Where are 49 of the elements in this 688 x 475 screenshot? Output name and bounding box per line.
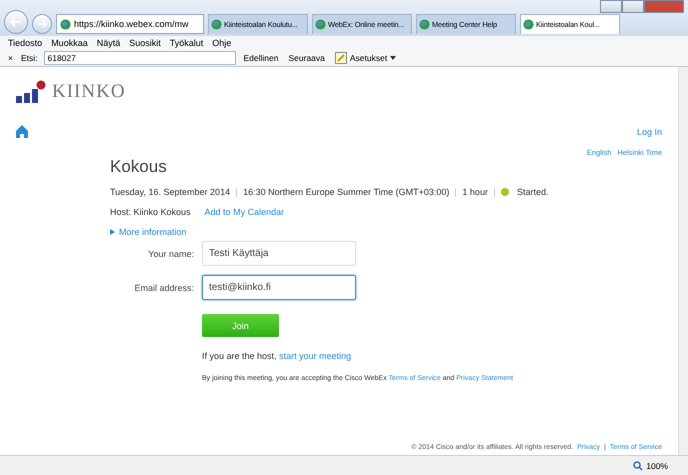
home-icon[interactable] [16,125,28,138]
input-field[interactable]: testi@kiinko.fi [202,275,356,300]
find-label: Etsi: [20,53,38,63]
meeting-detail: 16:30 Northern Europe Summer Time (GMT+03:00) [243,187,450,197]
scroll-bar[interactable] [678,67,688,455]
zoom-icon [633,460,644,470]
next-button[interactable]: Seuraava [286,53,327,63]
caret-icon [390,56,396,60]
url-text: https://kiinko.webex.com/mw [74,19,189,29]
back-button[interactable] [4,10,28,34]
globe-icon [523,19,534,30]
forward-arrow-icon [37,20,47,28]
address-bar[interactable]: https://kiinko.webex.com/mw [56,14,204,34]
globe-icon [60,18,71,30]
field-label: Your name: [147,248,194,258]
menu-item[interactable]: Näytä [96,38,120,48]
find-field[interactable]: 618027 [44,51,236,65]
back-arrow-icon [10,17,22,27]
field-label: Email address: [133,282,194,292]
start-meeting-link[interactable]: start your meeting [279,351,352,361]
host-sentence: If you are the host, start your meeting [202,351,352,361]
host-text: Host: Kiinko Kokous [110,207,191,217]
meeting-detail: 1 hour [462,187,488,197]
minimize-button[interactable] [600,0,622,13]
login-link[interactable]: Log In [636,126,662,136]
logo-bars-icon [16,80,46,104]
globe-icon [419,19,430,30]
previous-button[interactable]: Edellinen [242,53,280,63]
menu-item[interactable]: Muokkaa [51,38,88,48]
globe-icon [211,19,222,30]
close-find-button[interactable]: × [6,53,15,63]
menu-item[interactable]: Työkalut [170,38,204,48]
globe-icon [315,19,326,30]
menu-item[interactable]: Ohje [212,38,232,48]
meeting-title: Kokous [110,157,168,177]
forward-button[interactable] [32,14,52,34]
calendar-link[interactable]: Add to My Calendar [204,207,284,217]
menu-item[interactable]: Tiedosto [8,38,42,48]
options-button[interactable]: Asetukset [332,52,398,64]
status-text: Started. [516,187,548,197]
input-field[interactable]: Testi Käyttäja [202,241,356,266]
meeting-detail: Tuesday, 16. September 2014 [110,187,230,197]
more-info-link[interactable]: More information [119,227,187,237]
logo-text: KIINKO [52,81,126,103]
menu-item[interactable]: Suosikit [129,38,161,48]
pencil-icon [334,52,347,64]
zoom-level[interactable]: 100% [646,460,668,470]
maximize-button[interactable] [622,0,644,13]
expand-icon[interactable] [110,229,115,235]
